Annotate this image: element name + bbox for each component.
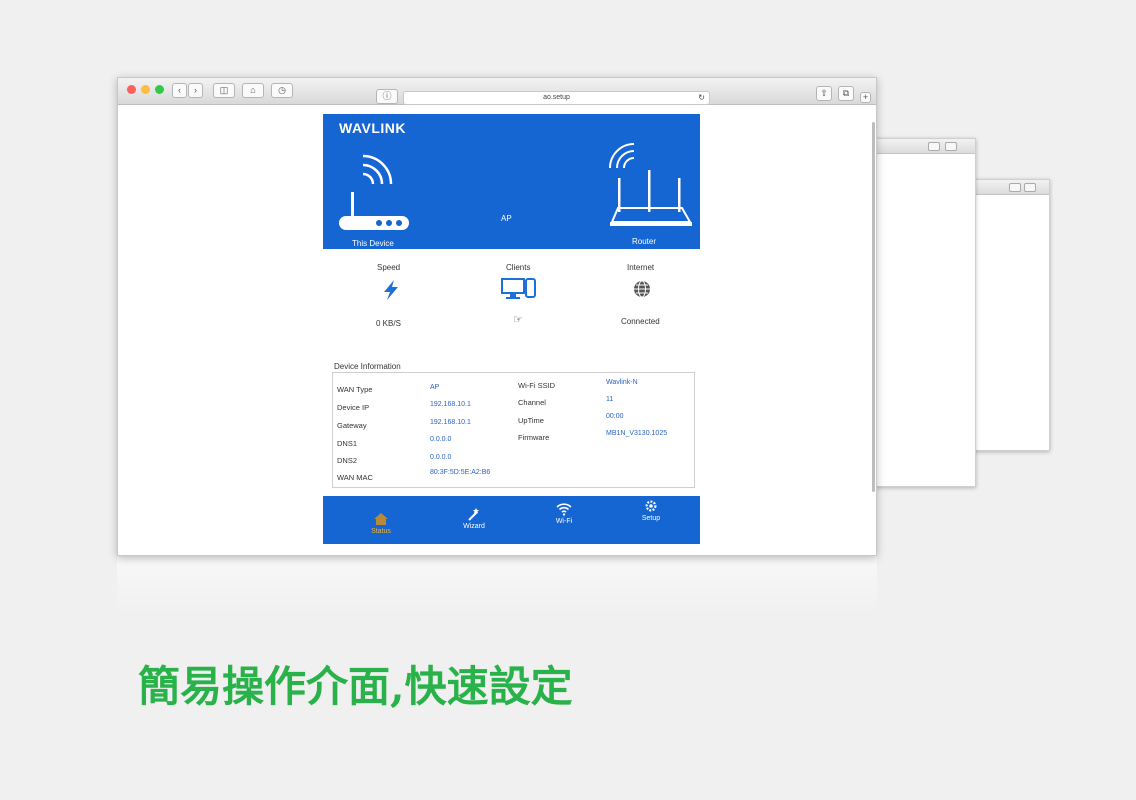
- forward-button[interactable]: ›: [188, 83, 203, 98]
- device-ip-key: Device IP: [337, 403, 370, 412]
- nav-wifi-label: Wi-Fi: [555, 518, 573, 525]
- nav-wifi[interactable]: Wi-Fi: [539, 502, 589, 525]
- nav-status[interactable]: Status: [356, 512, 406, 535]
- device-ip-value: 192.168.10.1: [430, 401, 471, 408]
- wifi-ssid-key: Wi-Fi SSID: [518, 381, 556, 390]
- maximize-window-button[interactable]: [155, 85, 164, 94]
- scrollbar[interactable]: [872, 122, 875, 492]
- wifi-ssid-value: Wavlink-N: [606, 379, 638, 386]
- status-summary: Speed 0 KB/S Clients ☞ Internet Connecte…: [323, 249, 700, 354]
- uptime-key: UpTime: [518, 416, 544, 425]
- nav-wizard[interactable]: Wizard: [449, 507, 499, 530]
- tabs-icon: [945, 142, 957, 151]
- gateway-value: 192.168.10.1: [430, 419, 471, 426]
- nav-status-label: Status: [371, 528, 391, 535]
- globe-icon: [634, 280, 650, 298]
- uptime-value: 00:00: [606, 413, 624, 420]
- lightning-icon: [384, 280, 398, 300]
- dns1-value: 0.0.0.0: [430, 436, 452, 443]
- wizard-icon: [468, 508, 479, 521]
- wan-mac-value: 80:3F:5D:5E:A2:B6: [430, 469, 491, 476]
- info-button[interactable]: ⓘ: [376, 89, 398, 104]
- window-toolbar: [873, 139, 975, 154]
- speed-title: Speed: [377, 263, 401, 272]
- dns2-key: DNS2: [337, 456, 358, 465]
- speed-value: 0 KB/S: [376, 319, 401, 328]
- background-window-1: [872, 138, 976, 487]
- promo-caption: 簡易操作介面,快速設定: [138, 662, 573, 711]
- channel-key: Channel: [518, 398, 546, 407]
- device-info-table: WAN Type AP Device IP 192.168.10.1 Gatew…: [332, 372, 695, 488]
- device-info-title: Device Information: [334, 362, 401, 371]
- this-device-label: This Device: [352, 239, 394, 248]
- browser-window: ‹ › ◫ ⌂ ◷ ⓘ ao.setup ↻ ⇧ ⧉ + WAVLINK Thi…: [117, 77, 877, 556]
- new-tab-button[interactable]: +: [860, 92, 871, 103]
- share-icon: [1009, 183, 1021, 192]
- brand-logo: WAVLINK: [339, 120, 407, 136]
- url-text: ao.setup: [543, 94, 570, 101]
- clients-title: Clients: [506, 263, 531, 272]
- home-button[interactable]: ⌂: [242, 83, 264, 98]
- topology-banner: WAVLINK This Device AP Router: [323, 114, 700, 249]
- gateway-key: Gateway: [337, 421, 367, 430]
- window-reflection: [117, 555, 877, 615]
- wan-type-key: WAN Type: [337, 385, 373, 394]
- close-window-button[interactable]: [127, 85, 136, 94]
- nav-wizard-label: Wizard: [463, 523, 485, 530]
- firmware-key: Firmware: [518, 433, 550, 442]
- dns1-key: DNS1: [337, 439, 358, 448]
- share-icon: [928, 142, 940, 151]
- dns2-value: 0.0.0.0: [430, 454, 452, 461]
- background-window-2: [970, 179, 1050, 451]
- bottom-nav: Status Wizard Wi-Fi Setup: [323, 496, 700, 544]
- history-button[interactable]: ◷: [271, 83, 293, 98]
- router-label: Router: [632, 237, 657, 246]
- router-icon: [609, 143, 692, 226]
- gear-icon: [645, 500, 657, 512]
- tabs-icon: [1024, 183, 1036, 192]
- channel-value: 11: [606, 396, 614, 403]
- internet-status: Connected: [621, 317, 660, 326]
- nav-setup-label: Setup: [641, 515, 661, 522]
- minimize-window-button[interactable]: [141, 85, 150, 94]
- wan-type-value: AP: [430, 384, 440, 391]
- tabs-button[interactable]: ⧉: [838, 86, 854, 101]
- wifi-icon: [556, 503, 572, 516]
- router-wifi-icon: [339, 154, 409, 230]
- pointer-cursor-icon: ☞: [513, 314, 523, 326]
- wan-mac-key: WAN MAC: [337, 473, 373, 482]
- clients-devices-icon[interactable]: [501, 277, 537, 301]
- address-bar[interactable]: ao.setup ↻: [403, 91, 710, 105]
- firmware-value: MB1N_V3130.1025: [606, 430, 668, 437]
- reload-icon[interactable]: ↻: [698, 92, 705, 104]
- back-button[interactable]: ‹: [172, 83, 187, 98]
- nav-setup[interactable]: Setup: [626, 499, 676, 522]
- sidebar-button[interactable]: ◫: [213, 83, 235, 98]
- router-admin-page: WAVLINK This Device AP Router Speed 0 KB…: [323, 114, 700, 544]
- mode-label: AP: [501, 214, 512, 223]
- window-toolbar: [971, 180, 1049, 195]
- internet-title: Internet: [627, 263, 655, 272]
- share-button[interactable]: ⇧: [816, 86, 832, 101]
- browser-toolbar: ‹ › ◫ ⌂ ◷ ⓘ ao.setup ↻ ⇧ ⧉ +: [118, 78, 876, 105]
- home-icon: [374, 513, 388, 525]
